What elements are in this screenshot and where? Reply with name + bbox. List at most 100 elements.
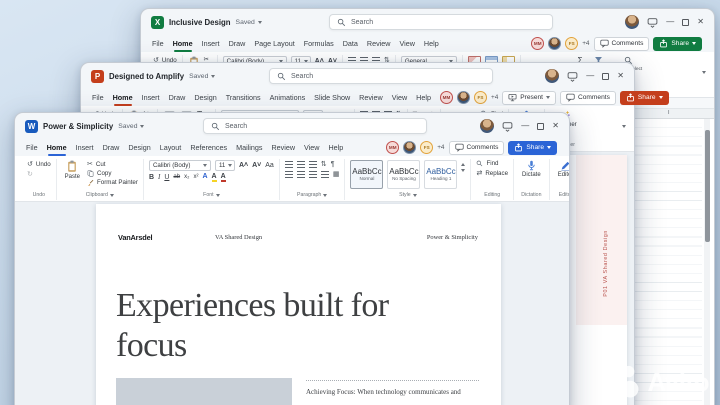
style-card-no-spacing[interactable]: AaBbCc No Spacing (387, 160, 421, 189)
menu-slide-show[interactable]: Slide Show (314, 93, 350, 102)
menu-review[interactable]: Review (359, 93, 383, 102)
align-center-icon[interactable] (296, 170, 305, 178)
superscript-button[interactable]: x² (193, 174, 198, 180)
subscript-button[interactable]: x₂ (184, 174, 189, 180)
dictate-button[interactable]: Dictate (519, 160, 544, 178)
pilcrow-button[interactable]: ¶ (331, 161, 335, 168)
align-right-icon[interactable] (308, 170, 317, 178)
slide-side-panel[interactable]: P01 VA Shared Design (576, 155, 627, 325)
word-save-status[interactable]: Saved (118, 123, 145, 130)
word-search-box[interactable]: Search (203, 118, 427, 134)
multilevel-list-icon[interactable] (308, 160, 317, 168)
menu-insert[interactable]: Insert (142, 93, 160, 102)
style-card-heading-1[interactable]: AaBbCc Heading 1 (424, 160, 458, 189)
menu-home[interactable]: Home (113, 93, 133, 106)
maximize-button[interactable] (537, 122, 545, 130)
menu-view[interactable]: View (304, 143, 319, 152)
close-button[interactable]: ✕ (697, 18, 704, 26)
menu-help[interactable]: Help (424, 39, 439, 48)
presence-avatar-fs[interactable]: FS (473, 91, 487, 104)
menu-mailings[interactable]: Mailings (236, 143, 262, 152)
comments-button[interactable]: Comments (448, 140, 505, 155)
menu-page-layout[interactable]: Page Layout (254, 39, 294, 48)
user-avatar[interactable] (480, 119, 495, 133)
text-effects-button[interactable]: A (202, 173, 207, 181)
menu-draw[interactable]: Draw (103, 143, 120, 152)
grow-font-button[interactable]: A˄ (239, 162, 248, 169)
font-color-button[interactable]: A (220, 173, 226, 182)
menu-home[interactable]: Home (173, 39, 193, 52)
menu-view[interactable]: View (392, 93, 407, 102)
replace-button[interactable]: ⇄ Replace (476, 169, 508, 178)
menu-data[interactable]: Data (343, 39, 358, 48)
undo-button[interactable]: ↺Undo (27, 160, 51, 169)
comments-button[interactable]: Comments (560, 90, 616, 105)
powerpoint-search-box[interactable]: Search (269, 68, 493, 84)
find-button[interactable]: Find (476, 160, 508, 167)
menu-animations[interactable]: Animations (270, 93, 306, 102)
ribbon-display-options-icon[interactable] (502, 121, 513, 132)
presence-avatar-photo[interactable] (548, 37, 562, 50)
ribbon-display-options-icon[interactable] (567, 71, 578, 82)
menu-formulas[interactable]: Formulas (304, 39, 334, 48)
menu-file[interactable]: File (152, 39, 164, 48)
change-case-button[interactable]: Aa (265, 162, 274, 169)
menu-layout[interactable]: Layout (160, 143, 182, 152)
user-avatar[interactable] (545, 69, 560, 83)
minimize-button[interactable]: — (666, 18, 674, 26)
close-button[interactable]: ✕ (552, 122, 559, 130)
powerpoint-save-status[interactable]: Saved (189, 73, 216, 80)
menu-insert[interactable]: Insert (76, 143, 94, 152)
share-button[interactable]: Share (619, 90, 669, 105)
menu-file[interactable]: File (92, 93, 104, 102)
presence-avatar-photo[interactable] (456, 91, 470, 104)
justify-icon[interactable] (320, 170, 329, 178)
bold-button[interactable]: B (149, 174, 154, 181)
borders-button[interactable]: ▦ (333, 170, 340, 178)
presence-avatar-mm[interactable]: MM (386, 141, 400, 154)
style-card-normal[interactable]: AaBbCc Normal (350, 160, 384, 189)
numbering-icon[interactable] (296, 160, 305, 168)
menu-view[interactable]: View (399, 39, 414, 48)
comments-button[interactable]: Comments (593, 36, 650, 51)
menu-draw[interactable]: Draw (169, 93, 186, 102)
menu-design[interactable]: Design (128, 143, 150, 152)
font-name-dropdown[interactable]: Calibri (Body) (148, 160, 211, 171)
share-button[interactable]: Share (508, 140, 557, 155)
ribbon-collapse-chevron[interactable] (699, 71, 709, 92)
menu-file[interactable]: File (26, 143, 38, 152)
presence-avatar-mm[interactable]: MM (439, 91, 453, 104)
highlight-button[interactable]: A (211, 173, 217, 182)
format-painter-button[interactable]: Format Painter (87, 179, 138, 186)
ribbon-display-options-icon[interactable] (647, 17, 658, 28)
minimize-button[interactable]: — (521, 122, 529, 130)
excel-save-status[interactable]: Saved (236, 19, 262, 26)
paste-button[interactable]: Paste (62, 160, 83, 180)
presence-overflow[interactable]: +4 (491, 94, 498, 101)
menu-help[interactable]: Help (416, 93, 431, 102)
shrink-font-button[interactable]: A˅ (252, 162, 261, 169)
menu-references[interactable]: References (190, 143, 227, 152)
menu-home[interactable]: Home (47, 143, 67, 156)
sheet-scrollbar-thumb[interactable] (704, 130, 710, 242)
maximize-button[interactable] (682, 18, 690, 26)
bullets-icon[interactable] (284, 160, 293, 168)
style-gallery-scroll[interactable] (461, 160, 466, 172)
redo-button[interactable]: ↻ (27, 170, 51, 178)
menu-review[interactable]: Review (367, 39, 391, 48)
cut-button[interactable]: ✂ Cut (87, 160, 138, 169)
copy-button[interactable]: Copy (87, 170, 138, 177)
strikethrough-button[interactable]: ab (173, 174, 180, 180)
menu-review[interactable]: Review (271, 143, 295, 152)
share-button[interactable]: Share (653, 36, 702, 51)
underline-button[interactable]: U (164, 174, 169, 181)
document-page[interactable]: VanArsdel VA Shared Design Power & Simpl… (96, 204, 501, 405)
user-avatar[interactable] (625, 15, 640, 29)
presence-avatar-fs[interactable]: FS (420, 141, 434, 154)
italic-button[interactable]: I (158, 173, 160, 181)
present-button[interactable]: Present (502, 90, 556, 105)
menu-help[interactable]: Help (328, 143, 343, 152)
presence-overflow[interactable]: +4 (437, 144, 444, 151)
editor-button[interactable]: Editor (555, 160, 569, 178)
sort-button[interactable]: ⇅ (321, 160, 327, 168)
